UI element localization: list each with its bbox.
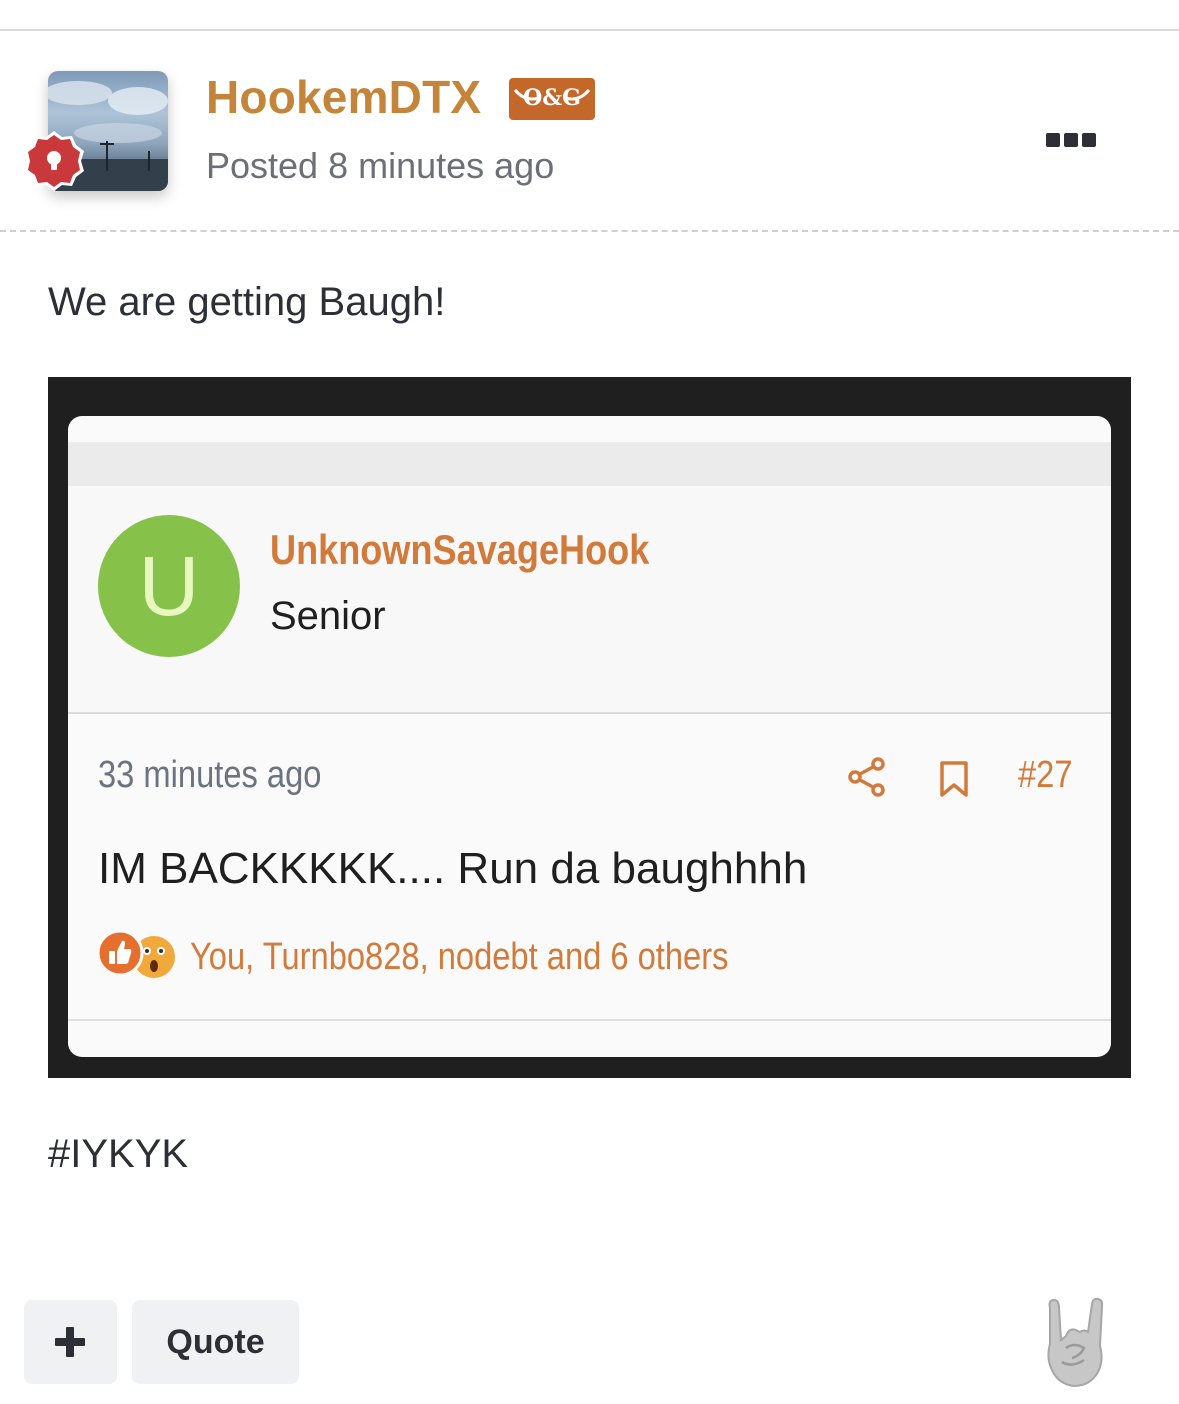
embedded-screenshot[interactable]: U UnknownSavageHook Senior 33 minutes ag… — [48, 377, 1131, 1078]
card-top-band — [68, 442, 1111, 486]
card-bottom-divider — [68, 1019, 1111, 1021]
quote-button[interactable]: Quote — [132, 1300, 299, 1384]
more-dot — [1046, 133, 1060, 147]
author-name[interactable]: HookemDTX — [206, 70, 481, 124]
plus-icon — [55, 1327, 85, 1357]
header-divider — [0, 230, 1179, 232]
embedded-post-card: U UnknownSavageHook Senior 33 minutes ag… — [68, 416, 1111, 1057]
post-body-text: We are getting Baugh! — [48, 280, 446, 324]
top-divider — [0, 29, 1179, 31]
bookmark-icon — [940, 761, 968, 797]
more-options-icon[interactable] — [1046, 133, 1096, 149]
lightbulb-icon — [24, 131, 84, 191]
reaction-icons — [96, 929, 175, 978]
og-badge-label: O&G — [523, 85, 581, 111]
card-divider — [68, 712, 1111, 714]
post-timestamp: Posted 8 minutes ago — [206, 145, 555, 186]
more-dot — [1082, 133, 1096, 147]
embedded-timestamp: 33 minutes ago — [98, 754, 322, 796]
embedded-user-avatar: U — [98, 515, 240, 657]
embedded-post-body: IM BACKKKKK.... Run da baughhhh — [98, 844, 808, 893]
post-page: HookemDTX O&G Posted 8 minutes ago We ar… — [0, 0, 1179, 1404]
share-icon — [848, 757, 885, 797]
more-dot — [1064, 133, 1078, 147]
rock-on-hand-icon[interactable] — [1040, 1296, 1110, 1388]
post-hashtag: #IYKYK — [48, 1132, 189, 1176]
embedded-post-number: #27 — [1018, 754, 1073, 796]
author-avatar-wrapper[interactable] — [24, 71, 168, 191]
embedded-reactions-text: You, Turnbo828, nodebt and 6 others — [190, 936, 729, 978]
embedded-username: UnknownSavageHook — [270, 526, 650, 573]
embedded-user-rank: Senior — [270, 594, 386, 638]
add-reaction-button[interactable] — [24, 1300, 117, 1384]
og-badge: O&G — [509, 78, 595, 120]
thumbs-up-icon — [96, 929, 144, 977]
